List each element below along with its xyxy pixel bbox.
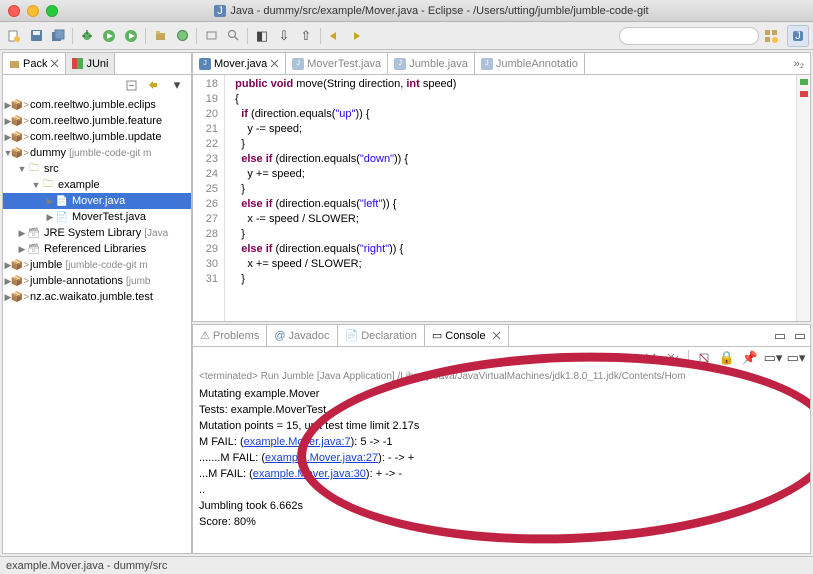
run-button[interactable] [99, 26, 119, 46]
nav-back-button[interactable] [325, 26, 345, 46]
editor-tab-mover[interactable]: JMover.java [193, 53, 286, 74]
console-tab[interactable]: ▭Console [425, 325, 509, 346]
new-class-button[interactable] [172, 26, 192, 46]
maximize-view-button[interactable]: ▭ [790, 326, 810, 346]
package-explorer: Pack JUni ▾ ▶📦>com.reeltwo.jumble.eclips… [2, 52, 192, 554]
show-list-button[interactable]: »₂ [788, 58, 810, 70]
console-icon: ▭ [432, 329, 442, 342]
window-minimize-button[interactable] [27, 5, 39, 17]
nav-forward-button[interactable] [347, 26, 367, 46]
status-bar: example.Mover.java - dummy/src [0, 556, 813, 574]
editor-tab-movertest[interactable]: JMoverTest.java [286, 53, 388, 74]
overview-marker-ok [800, 79, 808, 85]
project-node[interactable]: ▶📦>nz.ac.waikato.jumble.test [3, 289, 191, 305]
prev-annotation-button[interactable]: ⇧ [296, 26, 316, 46]
scroll-lock-button[interactable]: 🔒 [717, 348, 737, 368]
window-maximize-button[interactable] [46, 5, 58, 17]
main-toolbar: ◧ ⇩ ⇧ J [0, 22, 813, 50]
project-node[interactable]: ▶📦>com.reeltwo.jumble.eclips [3, 97, 191, 113]
referenced-libs-node[interactable]: ▶🗃Referenced Libraries [3, 241, 191, 257]
junit-tab[interactable]: JUni [66, 53, 115, 74]
package-node[interactable]: ▼🗀example [3, 177, 191, 193]
close-tab-icon[interactable] [50, 59, 59, 68]
overview-marker-error [800, 91, 808, 97]
remove-all-button[interactable] [663, 348, 683, 368]
stack-link[interactable]: example.Mover.java:7 [244, 436, 351, 448]
javadoc-icon: @ [274, 330, 285, 342]
project-node[interactable]: ▶📦>com.reeltwo.jumble.feature [3, 113, 191, 129]
project-node[interactable]: ▶📦>com.reeltwo.jumble.update [3, 129, 191, 145]
new-package-button[interactable] [150, 26, 170, 46]
svg-text:J: J [795, 30, 801, 42]
close-tab-icon[interactable] [270, 59, 279, 68]
toggle-mark-button[interactable]: ◧ [252, 26, 272, 46]
stack-link[interactable]: example.Mover.java:30 [253, 468, 366, 480]
minimize-view-button[interactable]: ▭ [770, 326, 790, 346]
editor-area: JMover.java JMoverTest.java JJumble.java… [192, 52, 811, 322]
next-annotation-button[interactable]: ⇩ [274, 26, 294, 46]
open-type-button[interactable] [201, 26, 221, 46]
project-node[interactable]: ▶📦>jumble-annotations [jumb [3, 273, 191, 289]
titlebar: J Java - dummy/src/example/Mover.java - … [0, 0, 813, 22]
line-gutter: 1819202122232425262728293031 [193, 75, 225, 321]
search-button[interactable] [223, 26, 243, 46]
jre-library-node[interactable]: ▶🗃JRE System Library [Java [3, 225, 191, 241]
window-title: J Java - dummy/src/example/Mover.java - … [58, 5, 805, 17]
editor-tabs: JMover.java JMoverTest.java JJumble.java… [193, 53, 810, 75]
project-node[interactable]: ▶📦>jumble [jumble-code-git m [3, 257, 191, 273]
link-editor-button[interactable] [144, 75, 164, 95]
editor-tab-annotation[interactable]: JJumbleAnnotatio [475, 53, 585, 74]
declaration-tab[interactable]: 📄Declaration [338, 325, 425, 346]
package-icon [9, 58, 20, 69]
clear-console-button[interactable] [694, 348, 714, 368]
debug-button[interactable] [77, 26, 97, 46]
code-editor[interactable]: public void move(String direction, int s… [225, 75, 796, 321]
run-last-button[interactable] [121, 26, 141, 46]
java-file-icon: J [214, 5, 226, 17]
file-node-movertest[interactable]: ▶📄MoverTest.java [3, 209, 191, 225]
overview-ruler[interactable] [796, 75, 810, 321]
stack-link[interactable]: example.Mover.java:27 [265, 452, 378, 464]
console-header: <terminated> Run Jumble [Java Applicatio… [193, 369, 810, 384]
open-console-button[interactable]: ▭▾ [786, 348, 806, 368]
terminate-button[interactable]: ■ [617, 348, 637, 368]
package-explorer-tab[interactable]: Pack [3, 53, 66, 74]
javadoc-tab[interactable]: @Javadoc [267, 325, 337, 346]
console-output[interactable]: Mutating example.Mover Tests: example.Mo… [193, 384, 810, 553]
save-all-button[interactable] [48, 26, 68, 46]
window-close-button[interactable] [8, 5, 20, 17]
file-node-mover[interactable]: ▶📄Mover.java [3, 193, 191, 209]
pin-console-button[interactable]: 📌 [740, 348, 760, 368]
svg-text:J: J [218, 5, 224, 17]
project-tree[interactable]: ▶📦>com.reeltwo.jumble.eclips ▶📦>com.reel… [3, 95, 191, 553]
open-perspective-button[interactable] [761, 26, 781, 46]
java-perspective-button[interactable]: J [787, 25, 809, 47]
junit-icon [72, 58, 83, 69]
remove-launch-button[interactable] [640, 348, 660, 368]
bottom-panel: ⚠Problems @Javadoc 📄Declaration ▭Console… [192, 324, 811, 554]
collapse-all-button[interactable] [121, 75, 141, 95]
project-node[interactable]: ▼📦>dummy [jumble-code-git m [3, 145, 191, 161]
src-folder-node[interactable]: ▼🗀src [3, 161, 191, 177]
quick-access-input[interactable] [619, 27, 759, 45]
close-tab-icon[interactable] [492, 331, 501, 340]
problems-tab[interactable]: ⚠Problems [193, 325, 267, 346]
view-menu-button[interactable]: ▾ [167, 75, 187, 95]
bottom-tabs: ⚠Problems @Javadoc 📄Declaration ▭Console… [193, 325, 810, 347]
new-button[interactable] [4, 26, 24, 46]
declaration-icon: 📄 [345, 329, 359, 342]
display-selected-button[interactable]: ▭▾ [763, 348, 783, 368]
editor-tab-jumble[interactable]: JJumble.java [388, 53, 475, 74]
problems-icon: ⚠ [200, 329, 210, 342]
save-button[interactable] [26, 26, 46, 46]
